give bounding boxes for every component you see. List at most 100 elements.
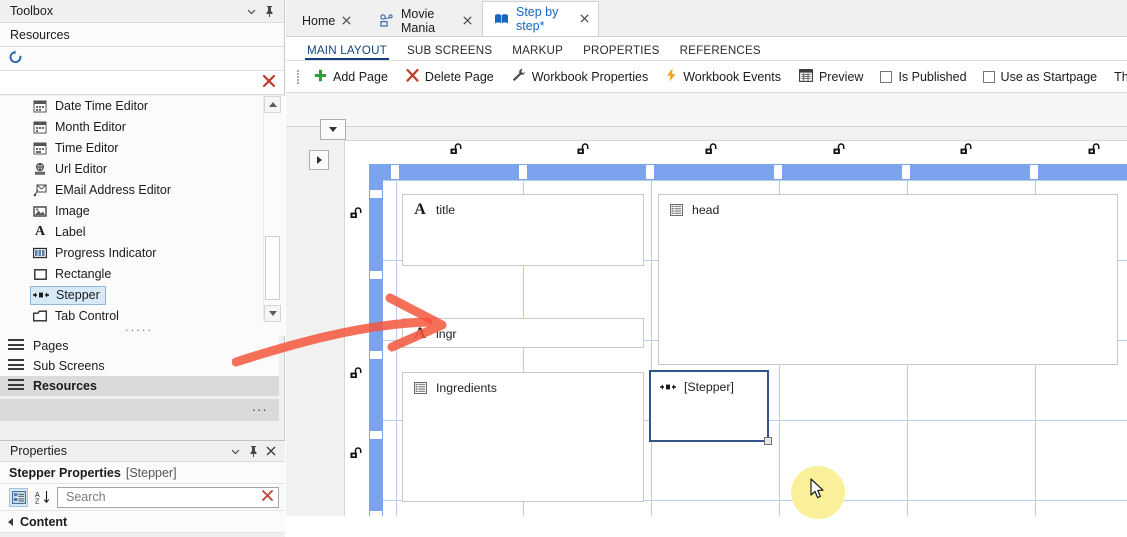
toolbox-item-month-editor[interactable]: Month Editor: [0, 117, 285, 138]
widget-head[interactable]: head: [658, 194, 1118, 365]
toolbox-item-stepper[interactable]: Stepper: [0, 285, 285, 306]
is-published-checkbox[interactable]: Is Published: [872, 70, 974, 84]
date-time-editor-icon: [32, 98, 48, 114]
row-splitter-1[interactable]: [370, 190, 382, 198]
tab-markup[interactable]: MARKUP: [502, 44, 573, 60]
layout-grid[interactable]: A title head A ingr Ingredients [Stepper…: [369, 164, 1127, 516]
tab-sub-screens[interactable]: SUB SCREENS: [397, 44, 502, 60]
toolbox-item-progress-indicator[interactable]: Progress Indicator: [0, 243, 285, 264]
column-lock-icon-3[interactable]: [704, 143, 720, 155]
toolbox-item-time-editor[interactable]: Time Editor: [0, 138, 285, 159]
widget-ingredients[interactable]: Ingredients: [402, 372, 644, 502]
sidebar-item-resources[interactable]: Resources: [0, 376, 279, 396]
tab-movie-mania[interactable]: Movie Mania: [368, 4, 482, 36]
sidebar-item-pages[interactable]: Pages: [0, 336, 279, 356]
toolbox-item-email-address-editor[interactable]: EMail Address Editor: [0, 180, 285, 201]
checkbox-box[interactable]: [880, 70, 893, 83]
column-splitter-2[interactable]: [519, 165, 527, 179]
column-lock-icon-1[interactable]: [449, 143, 465, 155]
column-splitter-1[interactable]: [391, 165, 399, 179]
widget-ingr[interactable]: A ingr: [402, 318, 644, 348]
toolbox-item-url-editor[interactable]: Url Editor: [0, 159, 285, 180]
toolbar-grip[interactable]: [294, 68, 299, 86]
close-icon[interactable]: [580, 13, 589, 25]
workbook-events-button[interactable]: Workbook Events: [657, 65, 790, 89]
tab-home[interactable]: Home: [290, 4, 368, 36]
designer-expander-button[interactable]: [309, 150, 329, 170]
refresh-icon[interactable]: [8, 49, 23, 68]
toolbox-item-image[interactable]: Image: [0, 201, 285, 222]
close-icon[interactable]: [262, 442, 280, 460]
column-lock-icon-6[interactable]: [1087, 143, 1103, 155]
tab-main-layout[interactable]: MAIN LAYOUT: [297, 44, 397, 60]
properties-group-label: Content: [20, 514, 68, 529]
clear-filter-icon[interactable]: [262, 74, 276, 91]
column-splitter-3[interactable]: [646, 165, 654, 179]
row-lock-icon-2[interactable]: [349, 367, 365, 379]
properties-search-box[interactable]: [57, 486, 279, 508]
toolbox-item-rectangle[interactable]: Rectangle: [0, 264, 285, 285]
row-splitter-4[interactable]: [370, 431, 382, 439]
column-lock-icon-5[interactable]: [959, 143, 975, 155]
row-splitter-2[interactable]: [370, 271, 382, 279]
column-lock-icon-4[interactable]: [832, 143, 848, 155]
close-icon[interactable]: [463, 15, 472, 27]
delete-page-button[interactable]: Delete Page: [397, 65, 503, 89]
tab-references[interactable]: REFERENCES: [670, 44, 771, 60]
toolbox-item-label: Stepper: [56, 288, 100, 302]
chevron-down-icon[interactable]: [226, 442, 244, 460]
sort-alphabetical-icon[interactable]: AZ: [33, 488, 52, 507]
clear-search-icon[interactable]: [261, 489, 274, 505]
resize-handle[interactable]: [764, 437, 772, 445]
workbook-properties-button[interactable]: Workbook Properties: [503, 65, 658, 89]
wrench-icon: [512, 68, 526, 85]
toolbox-scrollbar[interactable]: [263, 96, 281, 322]
pin-icon[interactable]: [244, 442, 262, 460]
tab-properties[interactable]: PROPERTIES: [573, 44, 670, 60]
sidebar-item-sub-screens[interactable]: Sub Screens: [0, 356, 279, 376]
close-icon[interactable]: [342, 15, 351, 27]
row-lock-icon-3[interactable]: [349, 447, 365, 459]
row-splitter-3[interactable]: [370, 351, 382, 359]
page-canvas[interactable]: A title head A ingr Ingredients [Stepper…: [344, 140, 1127, 516]
categorized-view-icon[interactable]: [9, 487, 28, 507]
column-ruler[interactable]: [369, 164, 1127, 180]
toolbox-item-date-time-editor[interactable]: Date Time Editor: [0, 96, 285, 117]
column-splitter-5[interactable]: [902, 165, 910, 179]
column-lock-icon-2[interactable]: [576, 143, 592, 155]
properties-panel-header: Properties: [0, 441, 285, 462]
toolbox-panel-title: Toolbox: [10, 4, 54, 18]
menu-icon: [8, 339, 24, 353]
use-as-startpage-checkbox[interactable]: Use as Startpage: [975, 70, 1106, 84]
chevron-down-icon[interactable]: [242, 2, 260, 20]
tab-step-by-step[interactable]: Step by step*: [482, 1, 599, 36]
column-splitter-6[interactable]: [1030, 165, 1038, 179]
menu-icon: [8, 359, 24, 373]
toolbox-overflow-dots[interactable]: .....: [0, 320, 278, 333]
plus-icon: [314, 69, 327, 85]
add-page-button[interactable]: Add Page: [305, 65, 397, 89]
scrollbar-thumb[interactable]: [265, 236, 280, 300]
pin-icon[interactable]: [260, 2, 278, 20]
properties-subtitle-text: Stepper Properties: [9, 465, 121, 480]
preview-button[interactable]: Preview: [790, 65, 872, 89]
scroll-down-button[interactable]: [264, 305, 281, 322]
grid-cells[interactable]: A title head A ingr Ingredients [Stepper…: [383, 180, 1127, 516]
widget-stepper[interactable]: [Stepper]: [649, 370, 772, 445]
row-ruler[interactable]: [369, 180, 383, 516]
checkbox-box[interactable]: [982, 70, 995, 83]
row-splitter-5[interactable]: [370, 511, 382, 516]
toolbox-item-label[interactable]: A Label: [0, 222, 285, 243]
page-dropdown-button[interactable]: [320, 119, 346, 140]
model-icon: [380, 14, 394, 28]
scroll-up-button[interactable]: [264, 96, 281, 113]
rectangle-icon: [32, 266, 48, 282]
designer-surface[interactable]: A title head A ingr Ingredients [Stepper…: [286, 127, 1127, 516]
properties-group-content[interactable]: Content: [0, 511, 285, 533]
search-input[interactable]: [64, 489, 261, 505]
toolbox-item-list[interactable]: Date Time Editor Month Editor Time Edito…: [0, 96, 285, 336]
widget-title[interactable]: A title: [402, 194, 644, 266]
nav-overflow-button[interactable]: ...: [0, 399, 279, 421]
column-splitter-4[interactable]: [774, 165, 782, 179]
row-lock-icon-1[interactable]: [349, 207, 365, 219]
